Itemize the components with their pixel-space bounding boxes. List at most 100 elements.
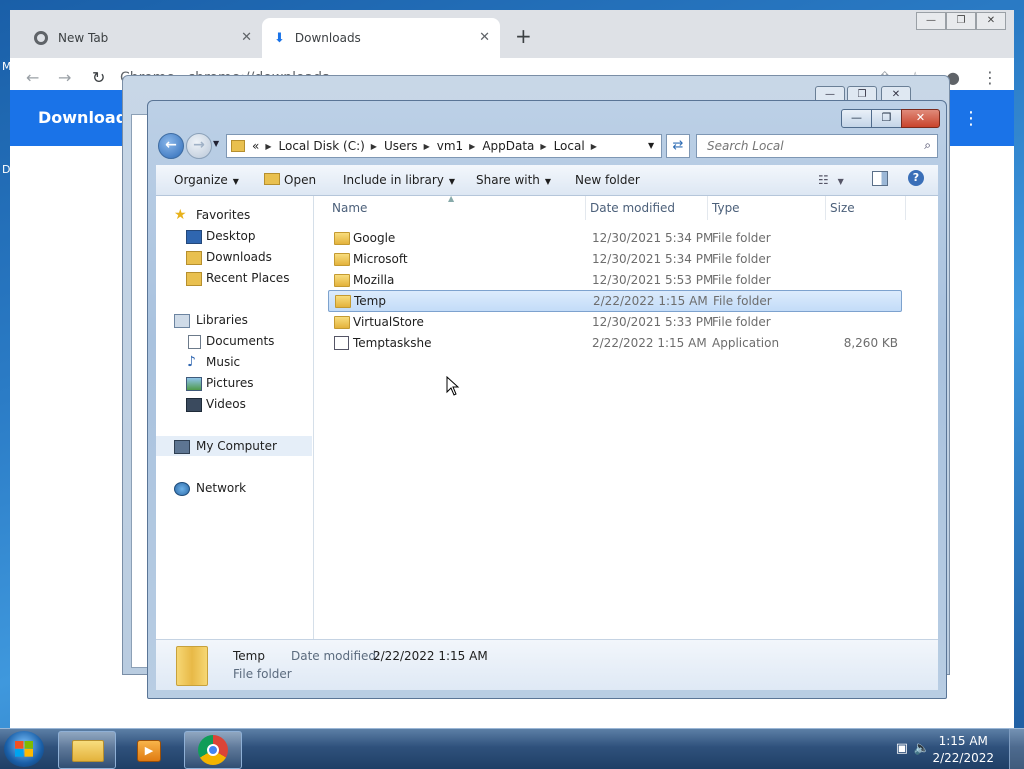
details-type: File folder <box>233 667 292 681</box>
breadcrumb-local-disk[interactable]: Local Disk (C:) <box>279 139 365 153</box>
taskbar: ▶ ▣ 🔈 1:15 AM 2/22/2022 <box>0 728 1024 769</box>
minimize-button[interactable]: — <box>841 109 872 128</box>
chrome-minimize-button[interactable]: — <box>916 12 946 30</box>
network-tray-icon[interactable]: ▣ <box>896 741 908 756</box>
reload-icon[interactable]: ↻ <box>92 68 105 87</box>
nav-my-computer[interactable]: My Computer <box>156 436 312 456</box>
search-box[interactable]: ⌕ <box>696 134 938 158</box>
back-arrow-icon[interactable]: ← <box>26 68 39 87</box>
chrome-close-button[interactable]: ✕ <box>976 12 1006 30</box>
chrome-restore-button[interactable]: ❐ <box>946 12 976 30</box>
folder-icon <box>176 646 208 686</box>
address-bar[interactable]: « ▶ Local Disk (C:) ▶ Users ▶ vm1 ▶ AppD… <box>226 134 662 158</box>
show-desktop-button[interactable] <box>1009 729 1024 769</box>
music-icon: ♪ <box>187 354 196 370</box>
organize-button[interactable]: Organize ▼ <box>174 173 239 187</box>
nav-music[interactable]: ♪ Music <box>156 352 312 372</box>
chevron-right-icon[interactable]: ▶ <box>265 142 271 151</box>
media-player-icon: ▶ <box>137 740 161 762</box>
file-row-google[interactable]: Google 12/30/2021 5:34 PM File folder <box>328 228 902 248</box>
column-header-date[interactable]: Date modified <box>586 196 708 220</box>
volume-icon[interactable]: 🔈 <box>914 741 930 756</box>
file-row-microsoft[interactable]: Microsoft 12/30/2021 5:34 PM File folder <box>328 249 902 269</box>
videos-icon <box>186 398 202 412</box>
taskbar-explorer-button[interactable] <box>58 731 116 769</box>
chevron-right-icon[interactable]: ▶ <box>371 142 377 151</box>
file-list: Name ▲ Date modified Type Size Google 12… <box>314 194 938 639</box>
recent-pages-dropdown-icon[interactable]: ▼ <box>213 139 219 148</box>
system-clock[interactable]: 1:15 AM 2/22/2022 <box>932 733 994 767</box>
breadcrumb-users[interactable]: Users <box>384 139 418 153</box>
command-bar: Organize ▼ Open Include in library ▼ Share… <box>156 165 938 196</box>
search-icon[interactable]: ⌕ <box>924 138 931 153</box>
chrome-tab-strip: New Tab ✕ ⬇ Downloads ✕ + — ❐ ✕ <box>10 10 1014 58</box>
open-button[interactable]: Open <box>264 173 316 187</box>
folder-icon <box>72 740 104 762</box>
computer-icon <box>174 440 190 454</box>
address-dropdown-icon[interactable]: ▼ <box>648 141 654 150</box>
nav-recent-places[interactable]: Recent Places <box>156 268 312 288</box>
chevron-right-icon[interactable]: ▶ <box>424 142 430 151</box>
start-button[interactable] <box>4 731 44 767</box>
chevron-right-icon[interactable]: ▶ <box>469 142 475 151</box>
help-icon[interactable]: ? <box>908 170 924 186</box>
new-folder-button[interactable]: New folder <box>575 173 640 187</box>
refresh-button[interactable]: ⇄ <box>666 134 690 158</box>
breadcrumb-overflow[interactable]: « <box>252 139 259 153</box>
close-tab-icon[interactable]: ✕ <box>241 30 252 45</box>
folder-icon <box>334 316 350 329</box>
column-header-name[interactable]: Name ▲ <box>328 194 586 220</box>
maximize-button[interactable]: ❐ <box>871 109 902 128</box>
mouse-cursor-icon <box>446 375 460 399</box>
file-row-temp[interactable]: Temp 2/22/2022 1:15 AM File folder <box>328 290 902 312</box>
file-row-virtualstore[interactable]: VirtualStore 12/30/2021 5:33 PM File fol… <box>328 312 902 332</box>
close-button[interactable]: ✕ <box>901 109 940 128</box>
chrome-icon <box>34 31 48 45</box>
preview-pane-icon[interactable] <box>872 171 888 186</box>
details-name: Temp <box>233 649 265 663</box>
share-with-button[interactable]: Share with ▼ <box>476 173 551 187</box>
folder-icon <box>231 140 245 152</box>
back-button[interactable]: ← <box>158 133 184 159</box>
forward-button[interactable]: → <box>186 133 212 159</box>
breadcrumb-appdata[interactable]: AppData <box>482 139 534 153</box>
taskbar-media-player-button[interactable]: ▶ <box>120 731 178 769</box>
nav-favorites[interactable]: ★ Favorites <box>156 205 312 225</box>
details-modified-label: Date modified: <box>291 649 381 663</box>
pictures-icon <box>186 377 202 391</box>
forward-arrow-icon[interactable]: → <box>58 68 71 87</box>
chevron-right-icon[interactable]: ▶ <box>540 142 546 151</box>
nav-documents[interactable]: Documents <box>156 331 312 351</box>
folder-icon <box>334 232 350 245</box>
file-row-temptaskshe[interactable]: Temptaskshe 2/22/2022 1:15 AM Applicatio… <box>328 333 902 353</box>
nav-videos[interactable]: Videos <box>156 394 312 414</box>
download-icon: ⬇ <box>274 30 285 46</box>
search-input[interactable] <box>705 135 909 157</box>
tab-label: Downloads <box>294 31 361 45</box>
nav-downloads[interactable]: Downloads <box>156 247 312 267</box>
chrome-menu-icon[interactable]: ⋮ <box>982 68 998 87</box>
tab-downloads[interactable]: ⬇ Downloads ✕ <box>262 18 500 58</box>
column-header-type[interactable]: Type <box>708 196 826 220</box>
nav-network[interactable]: Network <box>156 478 312 498</box>
include-in-library-button[interactable]: Include in library ▼ <box>343 173 455 187</box>
tab-label: New Tab <box>58 31 109 45</box>
breadcrumb-vm1[interactable]: vm1 <box>437 139 463 153</box>
application-icon <box>334 336 349 350</box>
nav-libraries[interactable]: Libraries <box>156 310 312 330</box>
tab-new-tab[interactable]: New Tab ✕ <box>22 18 262 58</box>
nav-pictures[interactable]: Pictures <box>156 373 312 393</box>
taskbar-chrome-button[interactable] <box>184 731 242 769</box>
details-pane: Temp File folder Date modified: 2/22/202… <box>156 639 938 690</box>
chevron-right-icon[interactable]: ▶ <box>591 142 597 151</box>
view-options-icon[interactable]: ☷ ▼ <box>818 173 844 187</box>
column-header-size[interactable]: Size <box>826 196 906 220</box>
explorer-window: — ❐ ✕ ← → ▼ « ▶ Local Disk (C:) ▶ Users … <box>147 100 947 699</box>
downloads-menu-icon[interactable]: ⋮ <box>962 108 980 129</box>
breadcrumb-local[interactable]: Local <box>554 139 585 153</box>
file-row-mozilla[interactable]: Mozilla 12/30/2021 5:53 PM File folder <box>328 270 902 290</box>
nav-desktop[interactable]: Desktop <box>156 226 312 246</box>
close-tab-icon[interactable]: ✕ <box>479 30 490 45</box>
network-icon <box>174 482 190 496</box>
new-tab-plus-icon[interactable]: + <box>515 24 532 48</box>
